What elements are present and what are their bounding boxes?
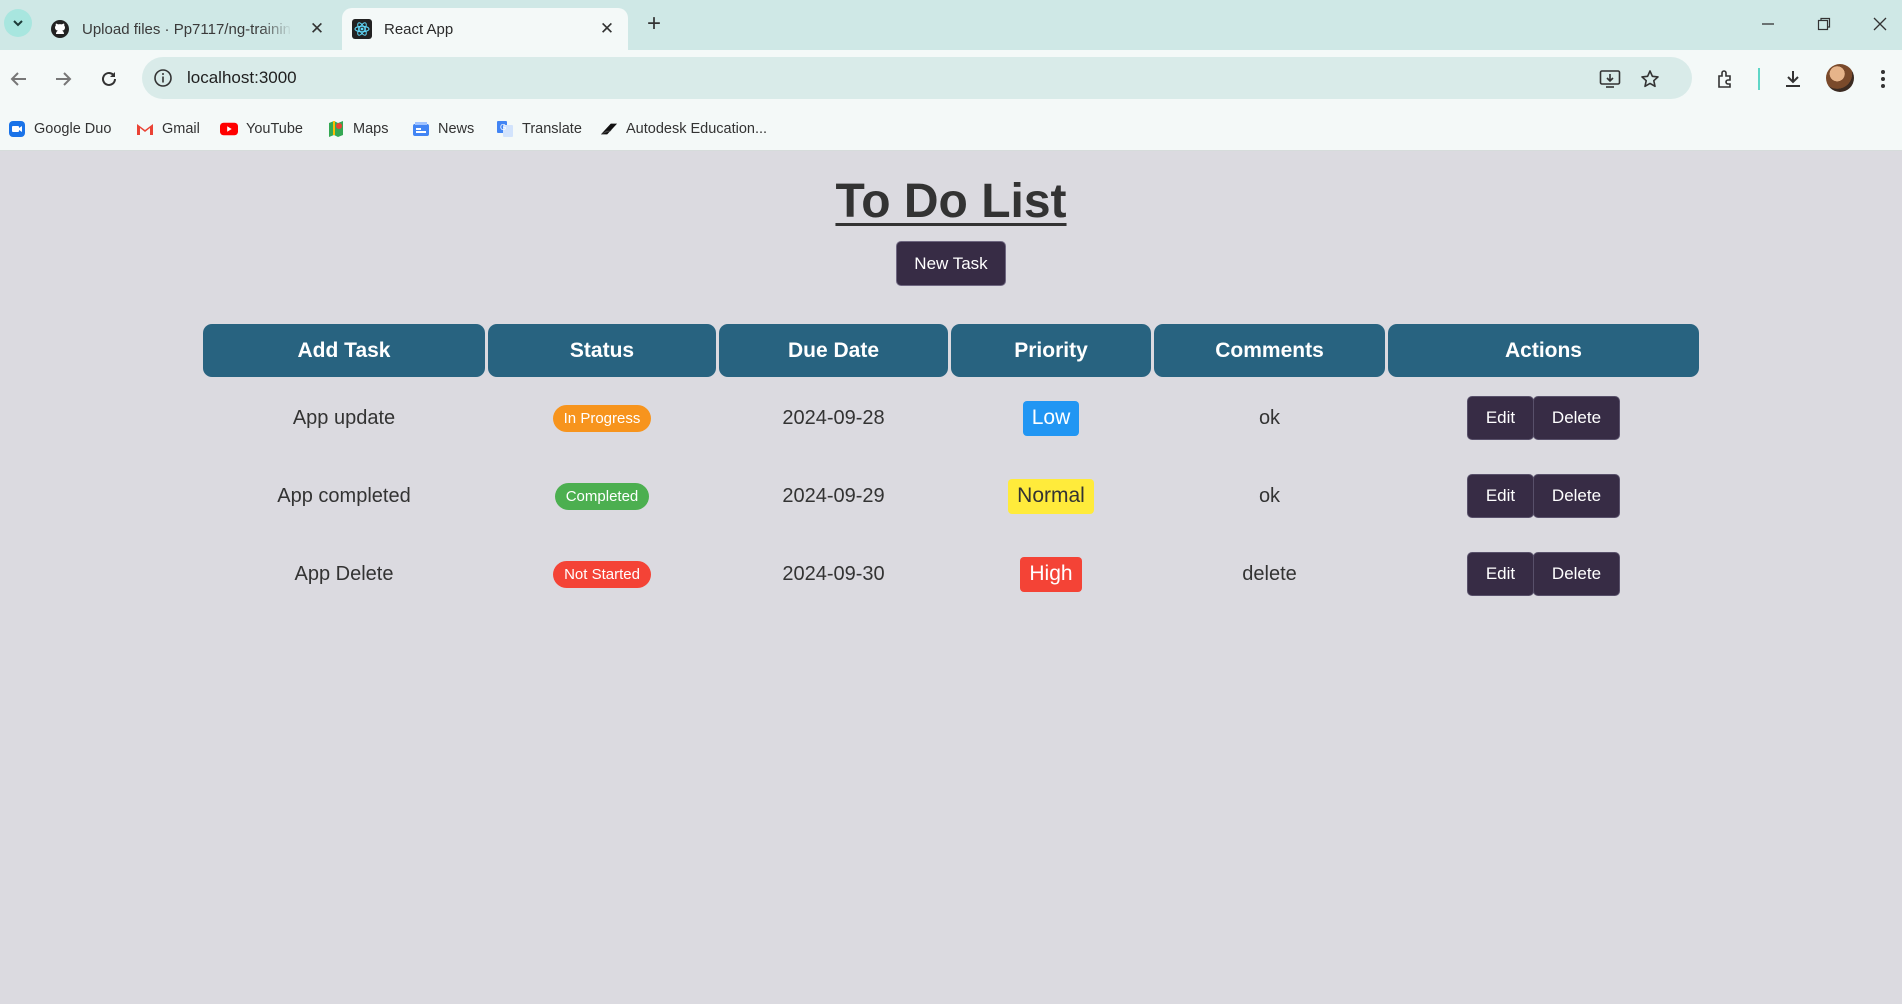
bookmark-label: News <box>438 121 475 137</box>
bookmark-autodesk[interactable]: Autodesk Education... <box>600 118 767 140</box>
forward-arrow-icon[interactable] <box>50 66 76 92</box>
youtube-icon <box>220 120 238 138</box>
edit-button[interactable]: Edit <box>1467 552 1534 596</box>
bookmark-label: YouTube <box>246 121 303 137</box>
tab-search-button[interactable] <box>4 9 32 37</box>
gmail-icon <box>136 120 154 138</box>
tab-title: React App <box>384 20 454 38</box>
status-badge: Completed <box>554 482 650 510</box>
status-cell: In Progress <box>488 396 716 440</box>
priority-cell: Normal <box>951 474 1151 518</box>
comment: ok <box>1258 484 1281 507</box>
delete-button[interactable]: Delete <box>1533 396 1620 440</box>
task-name: App update <box>292 406 396 429</box>
delete-button[interactable]: Delete <box>1533 474 1620 518</box>
due-date: 2024-09-28 <box>782 406 885 429</box>
tab-upload-files[interactable]: Upload files · Pp7117/ng-training ✕ <box>38 8 338 50</box>
status-badge: In Progress <box>552 404 652 432</box>
status-badge: Not Started <box>553 560 651 588</box>
tab-title: Upload files · Pp7117/ng-training <box>82 20 292 38</box>
bookmark-star-icon[interactable] <box>1638 67 1662 91</box>
news-icon <box>412 120 430 138</box>
edit-button[interactable]: Edit <box>1467 474 1534 518</box>
close-tab-icon[interactable]: ✕ <box>308 19 326 38</box>
bookmark-news[interactable]: News <box>412 118 474 140</box>
navigation-bar: localhost:3000 <box>0 50 1902 108</box>
react-icon <box>352 19 372 39</box>
bookmark-label: Maps <box>353 121 389 137</box>
url-text[interactable]: localhost:3000 <box>187 68 297 88</box>
github-icon <box>51 20 69 38</box>
minimize-icon[interactable] <box>1756 12 1780 36</box>
priority-cell: Low <box>951 396 1151 440</box>
maps-icon <box>327 120 345 138</box>
priority-badge: Normal <box>1008 478 1094 514</box>
column-header-due-date: Due Date <box>719 324 948 377</box>
site-info-icon[interactable] <box>152 67 174 89</box>
column-header-priority: Priority <box>951 324 1151 377</box>
address-bar[interactable]: localhost:3000 <box>142 57 1692 99</box>
edit-button[interactable]: Edit <box>1467 396 1534 440</box>
priority-badge: Low <box>1022 400 1080 436</box>
more-menu-icon[interactable] <box>1870 66 1896 92</box>
column-header-add-task: Add Task <box>203 324 485 377</box>
page-title: To Do List <box>835 175 1067 228</box>
task-name: App completed <box>277 484 411 507</box>
column-header-status: Status <box>488 324 716 377</box>
new-tab-button[interactable]: + <box>642 10 666 37</box>
profile-avatar[interactable] <box>1826 64 1854 92</box>
install-app-icon[interactable] <box>1598 67 1622 91</box>
restore-icon[interactable] <box>1812 12 1836 36</box>
delete-button[interactable]: Delete <box>1533 552 1620 596</box>
column-header-actions: Actions <box>1388 324 1699 377</box>
priority-cell: High <box>951 552 1151 596</box>
chevron-down-icon <box>13 20 23 27</box>
back-arrow-icon[interactable] <box>6 66 32 92</box>
bookmark-maps[interactable]: Maps <box>327 118 388 140</box>
comment: delete <box>1242 562 1297 585</box>
duo-icon <box>8 120 26 138</box>
svg-text:G: G <box>500 123 506 132</box>
bookmark-youtube[interactable]: YouTube <box>220 118 303 140</box>
new-task-button[interactable]: New Task <box>896 241 1006 286</box>
close-tab-icon[interactable]: ✕ <box>598 19 616 38</box>
status-cell: Completed <box>488 474 716 518</box>
bookmark-translate[interactable]: G Translate <box>496 118 582 140</box>
due-date: 2024-09-29 <box>782 484 885 507</box>
bookmark-label: Gmail <box>162 121 200 137</box>
column-header-comments: Comments <box>1154 324 1385 377</box>
toolbar-divider <box>1758 68 1760 90</box>
close-window-icon[interactable] <box>1868 12 1892 36</box>
bookmark-label: Google Duo <box>34 121 112 137</box>
priority-badge: High <box>1020 556 1082 592</box>
bookmarks-bar: Google Duo Gmail YouTube Maps News G Tra… <box>0 108 1902 151</box>
bookmark-label: Autodesk Education... <box>626 121 768 137</box>
bookmark-label: Translate <box>522 121 582 137</box>
downloads-icon[interactable] <box>1780 66 1806 92</box>
autodesk-icon <box>600 120 618 138</box>
comment: ok <box>1258 406 1281 429</box>
bookmark-google-duo[interactable]: Google Duo <box>8 118 111 140</box>
extensions-icon[interactable] <box>1713 66 1739 92</box>
bookmark-gmail[interactable]: Gmail <box>136 118 200 140</box>
translate-icon: G <box>496 120 514 138</box>
due-date: 2024-09-30 <box>782 562 885 585</box>
status-cell: Not Started <box>488 552 716 596</box>
task-name: App Delete <box>294 562 394 585</box>
tab-strip: Upload files · Pp7117/ng-training ✕ Reac… <box>0 0 1902 50</box>
tab-react-app[interactable]: React App ✕ <box>342 8 628 50</box>
app-page: To Do List New Task Add Task Status Due … <box>0 152 1902 1004</box>
reload-icon[interactable] <box>96 66 122 92</box>
